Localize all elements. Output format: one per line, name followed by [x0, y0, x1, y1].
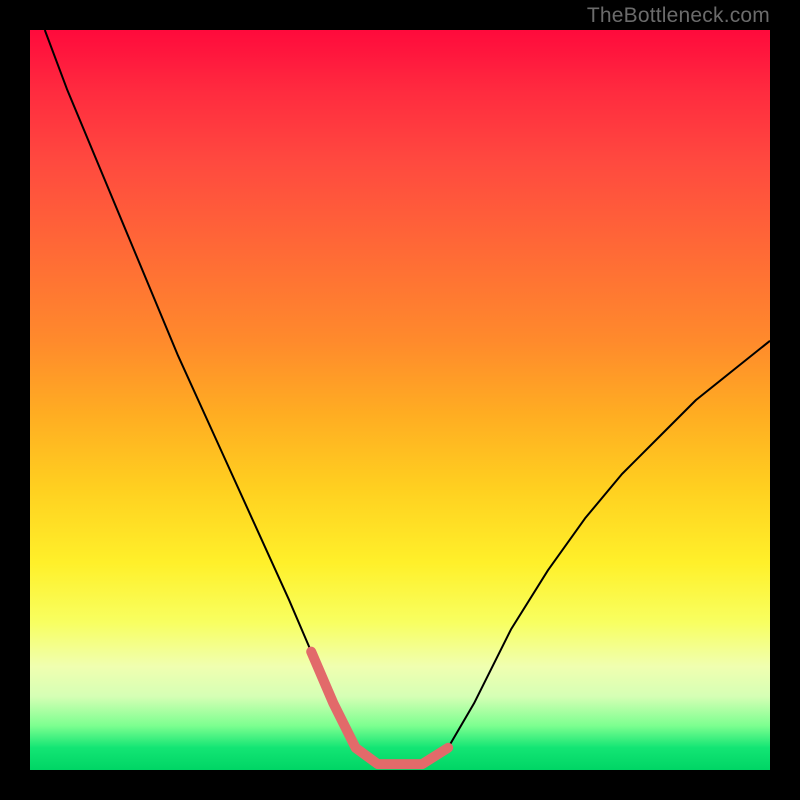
watermark-label: TheBottleneck.com	[587, 4, 770, 28]
chart-svg	[30, 30, 770, 770]
plot-area	[30, 30, 770, 770]
series-group	[45, 30, 770, 764]
series-bottleneck-curve	[45, 30, 770, 764]
chart-stage: TheBottleneck.com	[0, 0, 800, 800]
series-optimal-range-highlight	[311, 652, 448, 765]
